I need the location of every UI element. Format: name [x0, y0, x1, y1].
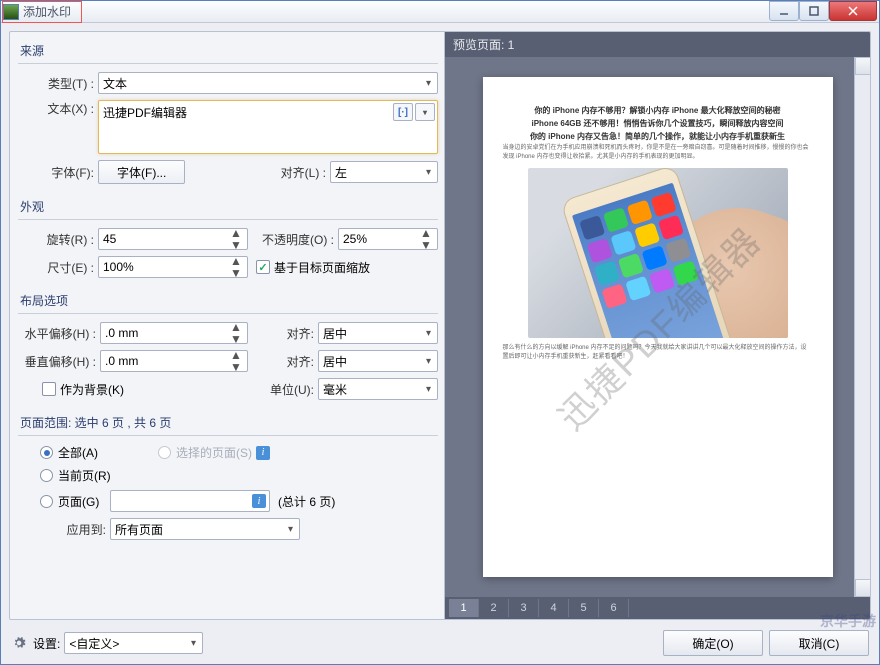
type-label: 类型(T) : [18, 75, 98, 92]
info-icon[interactable]: i [256, 446, 270, 460]
opacity-input[interactable]: 25%▲▼ [338, 228, 438, 250]
gear-icon[interactable] [11, 635, 27, 651]
page-thumbnails: 1 2 3 4 5 6 [445, 597, 870, 619]
text-align-label: 对齐(L) : [256, 164, 330, 181]
range-pages-radio[interactable] [40, 495, 53, 508]
watermark-text-input[interactable]: 迅捷PDF编辑器 [·] [98, 100, 438, 154]
as-background-checkbox[interactable] [42, 382, 56, 396]
font-button[interactable]: 字体(F)... [98, 160, 185, 184]
watermark-dialog: 添加水印 来源 类型(T) : 文本 文本(X) : [0, 0, 880, 665]
scale-to-page-label: 基于目标页面缩放 [274, 259, 370, 276]
macro-dropdown-button[interactable] [415, 103, 435, 121]
text-label: 文本(X) : [18, 100, 98, 117]
font-label: 字体(F): [18, 164, 98, 181]
doc-paragraph: 那么有什么的方向以缓解 iPhone 内存不足的问题吗？今天我就给大家讲讲几个可… [503, 344, 813, 362]
valign-label: 对齐: [256, 353, 318, 370]
source-section-title: 来源 [18, 38, 438, 64]
preview-viewport[interactable]: 你的 iPhone 内存不够用？解锁小内存 iPhone 最大化释放空间的秘密 … [445, 57, 870, 597]
scale-to-page-checkbox[interactable] [256, 260, 270, 274]
range-pages-label: 页面(G) [58, 493, 110, 510]
thumb-page[interactable]: 3 [509, 599, 539, 617]
range-selected-label: 选择的页面(S) [176, 444, 252, 461]
range-selected-radio [158, 446, 171, 459]
size-label: 尺寸(E) : [18, 259, 98, 276]
apply-to-label: 应用到: [18, 521, 110, 538]
doc-heading: iPhone 64GB 还不够用！悄悄告诉你几个设置技巧，瞬间释放内容空间 [503, 118, 813, 129]
close-button[interactable] [829, 1, 877, 21]
valign-select[interactable]: 居中 [318, 350, 438, 372]
preview-panel: 预览页面: 1 你的 iPhone 内存不够用？解锁小内存 iPhone 最大化… [444, 32, 870, 619]
window-title: 添加水印 [23, 3, 71, 20]
doc-heading: 你的 iPhone 内存又告急！简单的几个操作，就能让小内存手机重获新生 [503, 131, 813, 142]
thumb-page[interactable]: 4 [539, 599, 569, 617]
size-input[interactable]: 100%▲▼ [98, 256, 248, 278]
preview-page: 你的 iPhone 内存不够用？解锁小内存 iPhone 最大化释放空间的秘密 … [483, 77, 833, 577]
appearance-section-title: 外观 [18, 194, 438, 220]
rotate-label: 旋转(R) : [18, 231, 98, 248]
range-all-label: 全部(A) [58, 444, 98, 461]
maximize-button[interactable] [799, 1, 829, 21]
hoffset-label: 水平偏移(H) : [18, 325, 100, 342]
halign-select[interactable]: 居中 [318, 322, 438, 344]
doc-heading: 你的 iPhone 内存不够用？解锁小内存 iPhone 最大化释放空间的秘密 [503, 105, 813, 116]
range-current-radio[interactable] [40, 469, 53, 482]
unit-select[interactable]: 毫米 [318, 378, 438, 400]
app-icon [3, 4, 19, 20]
as-background-label: 作为背景(K) [60, 381, 124, 398]
titlebar[interactable]: 添加水印 [1, 1, 879, 23]
opacity-label: 不透明度(O) : [256, 231, 338, 248]
halign-label: 对齐: [256, 325, 318, 342]
apply-to-select[interactable]: 所有页面 [110, 518, 300, 540]
range-all-radio[interactable] [40, 446, 53, 459]
voffset-label: 垂直偏移(H) : [18, 353, 100, 370]
settings-preset-select[interactable]: <自定义> [64, 632, 203, 654]
thumb-page[interactable]: 5 [569, 599, 599, 617]
settings-label: 设置: [33, 635, 60, 652]
cancel-button[interactable]: 取消(C) [769, 630, 869, 656]
preview-header: 预览页面: 1 [445, 32, 870, 57]
thumb-page[interactable]: 2 [479, 599, 509, 617]
rotate-input[interactable]: 45▲▼ [98, 228, 248, 250]
hoffset-input[interactable]: .0 mm▲▼ [100, 322, 248, 344]
thumb-page[interactable]: 6 [599, 599, 629, 617]
voffset-input[interactable]: .0 mm▲▼ [100, 350, 248, 372]
pagerange-section-title: 页面范围: 选中 6 页 , 共 6 页 [18, 410, 438, 436]
doc-image [528, 168, 788, 338]
thumb-page[interactable]: 1 [449, 599, 479, 617]
type-select[interactable]: 文本 [98, 72, 438, 94]
unit-label: 单位(U): [256, 381, 318, 398]
macro-button[interactable]: [·] [393, 103, 413, 121]
pages-input[interactable]: i [110, 490, 270, 512]
text-align-select[interactable]: 左 [330, 161, 438, 183]
preview-scrollbar[interactable] [854, 57, 870, 597]
layout-section-title: 布局选项 [18, 288, 438, 314]
total-pages-label: (总计 6 页) [278, 493, 335, 510]
settings-panel: 来源 类型(T) : 文本 文本(X) : 迅捷PDF编辑器 [·] [10, 32, 444, 619]
info-icon[interactable]: i [252, 494, 266, 508]
range-current-label: 当前页(R) [58, 467, 111, 484]
minimize-button[interactable] [769, 1, 799, 21]
doc-paragraph: 当身边的安卓党们在为手机应用崩溃和死机而头疼时，你是不是在一旁暗自窃喜。可是随着… [503, 144, 813, 162]
dialog-footer: 设置: <自定义> 确定(O) 取消(C) [9, 626, 871, 656]
ok-button[interactable]: 确定(O) [663, 630, 763, 656]
